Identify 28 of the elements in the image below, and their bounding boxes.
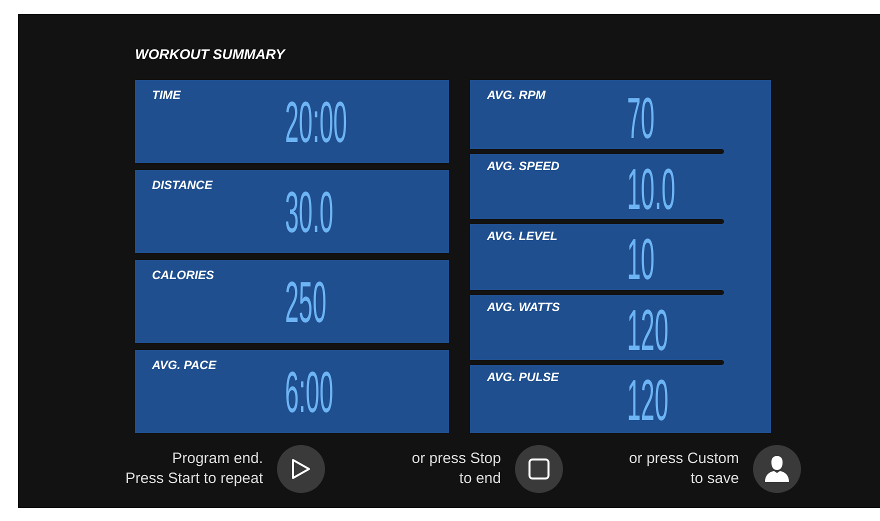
stop-button[interactable] <box>515 445 563 493</box>
custom-button[interactable] <box>753 445 801 493</box>
instruction-text: or press Stop to end <box>412 449 501 489</box>
person-icon <box>764 455 790 483</box>
instruction-text: or press Custom to save <box>628 449 739 489</box>
play-icon <box>291 458 311 480</box>
stat-value: 70 <box>627 90 655 148</box>
stat-label: AVG. LEVEL <box>487 229 558 244</box>
stat-value: 30.0 <box>285 184 334 242</box>
stat-value: 20:00 <box>285 94 348 152</box>
instruction-text: Program end. Press Start to repeat <box>125 449 263 489</box>
stat-label: AVG. RPM <box>487 88 546 102</box>
stat-label: CALORIES <box>152 268 214 282</box>
stat-label: AVG. PACE <box>152 358 216 372</box>
stop-icon <box>528 458 550 480</box>
stat-label: TIME <box>152 88 181 102</box>
stat-value: 10.0 <box>627 160 676 219</box>
stat-label: AVG. SPEED <box>487 158 560 173</box>
summary-title: WORKOUT SUMMARY <box>135 46 287 64</box>
stat-value: 250 <box>285 274 326 332</box>
stat-value: 120 <box>627 302 668 360</box>
start-button[interactable] <box>277 445 325 493</box>
stat-label: AVG. WATTS <box>487 300 560 314</box>
stat-value: 6:00 <box>285 364 334 422</box>
stat-value: 120 <box>627 372 668 430</box>
stat-label: AVG. PULSE <box>487 370 559 384</box>
stat-value: 10 <box>627 231 655 290</box>
stat-label: DISTANCE <box>152 178 212 192</box>
